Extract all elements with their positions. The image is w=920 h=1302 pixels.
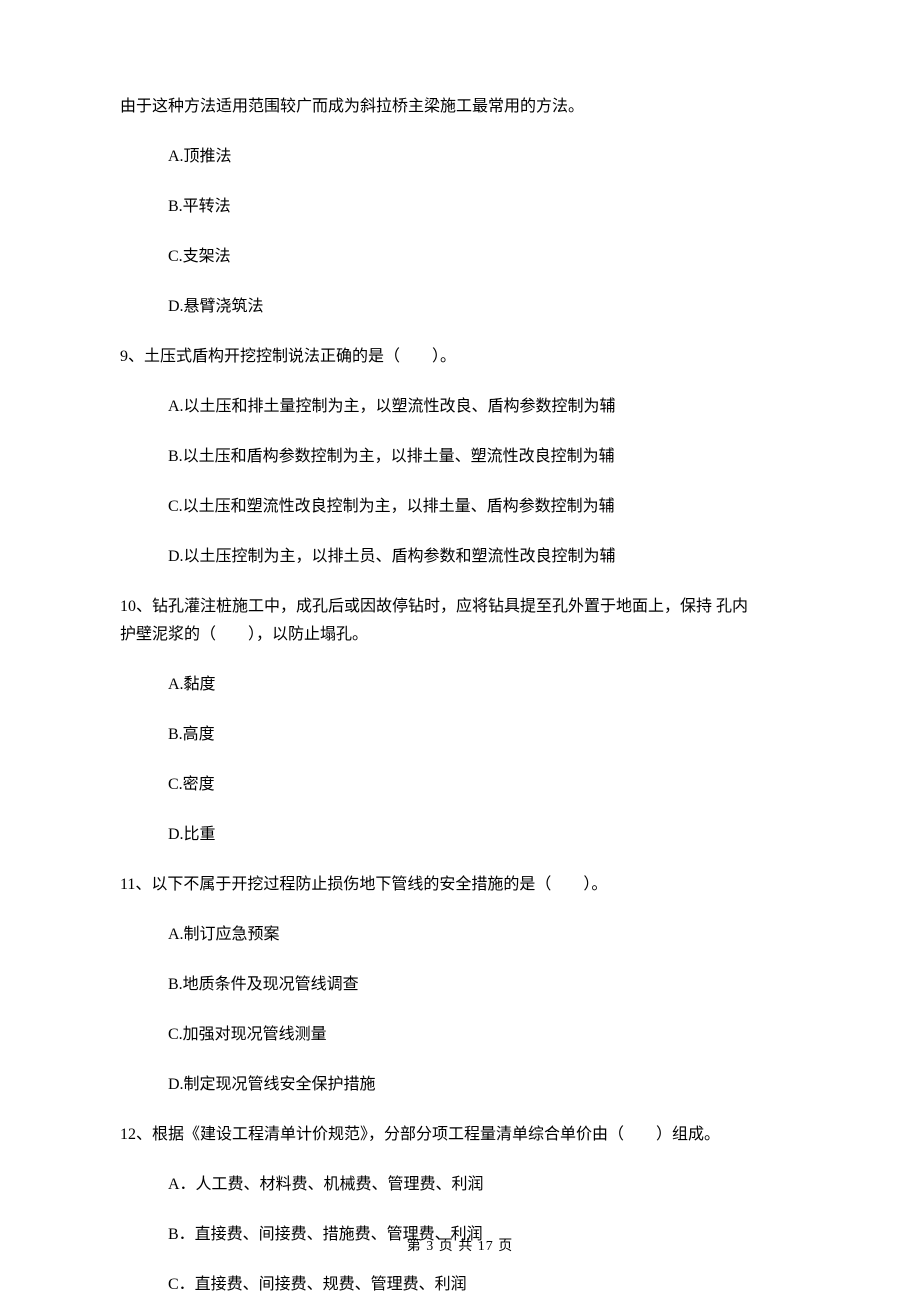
page-container: 由于这种方法适用范围较广而成为斜拉桥主梁施工最常用的方法。 A.顶推法 B.平转… [0, 0, 920, 1302]
q11-option-c: C.加强对现况管线测量 [168, 1023, 800, 1047]
q9-option-c: C.以土压和塑流性改良控制为主，以排土量、盾构参数控制为辅 [168, 495, 800, 519]
q10-stem-line1: 10、钻孔灌注桩施工中，成孔后或因故停钻时，应将钻具提至孔外置于地面上，保持 孔… [120, 595, 800, 619]
q12-option-c: C．直接费、间接费、规费、管理费、利润 [168, 1273, 800, 1297]
q10-option-d: D.比重 [168, 823, 800, 847]
q12-stem: 12、根据《建设工程清单计价规范》，分部分项工程量清单综合单价由（ ）组成。 [120, 1123, 800, 1147]
q10-option-c: C.密度 [168, 773, 800, 797]
intro-tail-line: 由于这种方法适用范围较广而成为斜拉桥主梁施工最常用的方法。 [120, 95, 800, 119]
q11-option-d: D.制定现况管线安全保护措施 [168, 1073, 800, 1097]
q10-option-b: B.高度 [168, 723, 800, 747]
q9-option-d: D.以土压控制为主，以排土员、盾构参数和塑流性改良控制为辅 [168, 545, 800, 569]
intro-option-d: D.悬臂浇筑法 [168, 295, 800, 319]
q9-option-a: A.以土压和排土量控制为主，以塑流性改良、盾构参数控制为辅 [168, 395, 800, 419]
q9-option-b: B.以土压和盾构参数控制为主，以排土量、塑流性改良控制为辅 [168, 445, 800, 469]
intro-option-a: A.顶推法 [168, 145, 800, 169]
intro-option-b: B.平转法 [168, 195, 800, 219]
q11-option-a: A.制订应急预案 [168, 923, 800, 947]
q9-stem: 9、土压式盾构开挖控制说法正确的是（ ）。 [120, 345, 800, 369]
q10-stem-line2: 护壁泥浆的（ ），以防止塌孔。 [120, 623, 800, 647]
q10-option-a: A.黏度 [168, 673, 800, 697]
q11-stem: 11、以下不属于开挖过程防止损伤地下管线的安全措施的是（ ）。 [120, 873, 800, 897]
q12-option-a: A．人工费、材料费、机械费、管理费、利润 [168, 1173, 800, 1197]
q11-option-b: B.地质条件及现况管线调查 [168, 973, 800, 997]
page-footer: 第 3 页 共 17 页 [0, 1236, 920, 1257]
intro-option-c: C.支架法 [168, 245, 800, 269]
